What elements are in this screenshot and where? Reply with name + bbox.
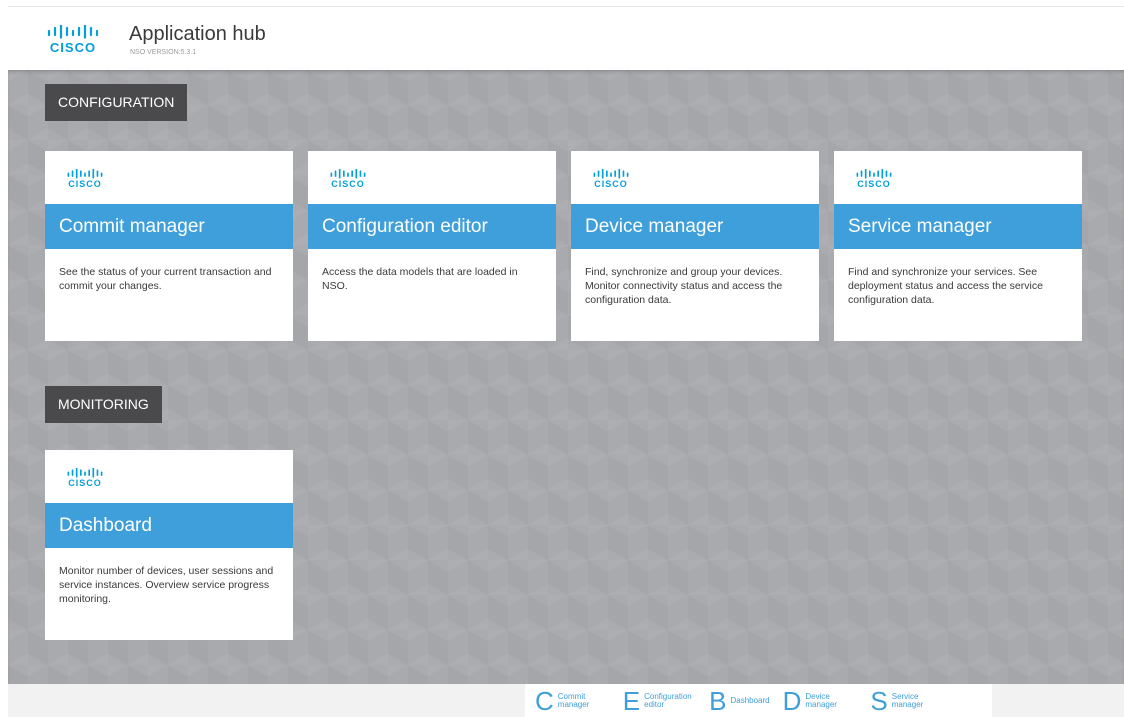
quick-link-label: Commit manager: [557, 691, 590, 709]
cisco-logo-icon: CISCO: [67, 169, 103, 189]
cisco-logo-icon: CISCO: [593, 169, 629, 189]
cisco-logo-word: CISCO: [857, 179, 891, 189]
quick-link-letter: E: [622, 685, 641, 716]
cisco-logo-word: CISCO: [594, 179, 628, 189]
card-title: Dashboard: [45, 503, 293, 548]
version-label: NSO VERSION:5.3.1: [130, 49, 197, 56]
section-monitoring-label: MONITORING: [45, 386, 162, 423]
page-title: Application hub: [129, 23, 266, 45]
cisco-logo-icon: CISCO: [856, 169, 892, 189]
quick-link-configuration-editor[interactable]: E Configuration editor: [623, 688, 696, 714]
cisco-logo-icon: CISCO: [67, 468, 103, 488]
quick-link-letter: S: [870, 685, 888, 716]
quick-link-label: Configuration editor: [644, 691, 692, 709]
card-service-manager[interactable]: CISCO Service manager Find and synchroni…: [834, 151, 1082, 341]
card-title: Configuration editor: [308, 204, 556, 249]
card-configuration-editor[interactable]: CISCO Configuration editor Access the da…: [308, 151, 556, 341]
footer-bar: C Commit manager E Configuration editor …: [8, 684, 1124, 717]
quick-link-label: Device manager: [805, 691, 837, 709]
cisco-logo-icon: CISCO: [330, 169, 366, 189]
quick-link-dashboard[interactable]: B Dashboard: [709, 688, 769, 714]
cisco-logo-icon: CISCO: [47, 25, 99, 54]
card-description: Monitor number of devices, user sessions…: [59, 565, 274, 605]
card-title: Commit manager: [45, 204, 293, 249]
card-dashboard[interactable]: CISCO Dashboard Monitor number of device…: [45, 450, 293, 640]
quick-link-commit-manager[interactable]: C Commit manager: [535, 688, 610, 714]
card-description: See the status of your current transacti…: [59, 266, 272, 292]
card-title: Device manager: [571, 204, 819, 249]
quick-link-label: Service manager: [891, 691, 924, 709]
app-header: CISCO Application hub NSO VERSION:5.3.1: [8, 6, 1124, 70]
section-configuration-label: CONFIGURATION: [45, 84, 188, 121]
quick-launch-bar: C Commit manager E Configuration editor …: [525, 684, 992, 717]
card-device-manager[interactable]: CISCO Device manager Find, synchronize a…: [571, 151, 819, 341]
quick-link-letter: D: [782, 685, 802, 716]
card-commit-manager[interactable]: CISCO Commit manager See the status of y…: [45, 151, 293, 341]
cisco-logo-word: CISCO: [331, 179, 365, 189]
card-title: Service manager: [834, 204, 1082, 249]
cisco-logo-word: CISCO: [49, 40, 97, 55]
card-description: Find, synchronize and group your devices…: [585, 266, 783, 306]
quick-link-letter: C: [535, 685, 554, 716]
quick-link-service-manager[interactable]: S Service manager: [870, 688, 943, 714]
cisco-logo-word: CISCO: [68, 478, 102, 488]
application-grid: CONFIGURATION CISCO Commit manager See t…: [8, 70, 1124, 684]
quick-link-label: Dashboard: [730, 695, 770, 705]
quick-link-letter: B: [709, 685, 727, 716]
quick-link-device-manager[interactable]: D Device manager: [783, 688, 858, 714]
card-description: Access the data models that are loaded i…: [322, 266, 518, 292]
cisco-logo-word: CISCO: [68, 179, 102, 189]
card-description: Find and synchronize your services. See …: [848, 266, 1043, 306]
